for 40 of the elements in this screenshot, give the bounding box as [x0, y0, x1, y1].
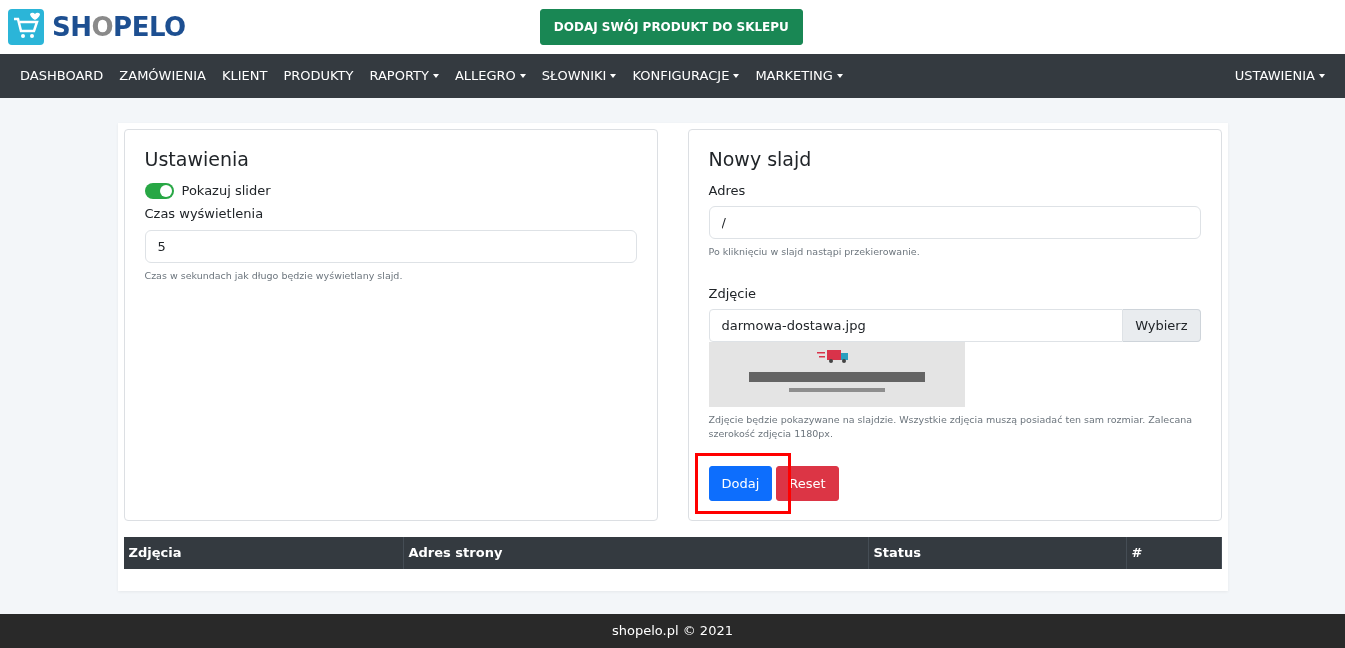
- help-text: Zdjęcie będzie pokazywane na slajdzie. Wszystkie zdjęcia muszą posiadać ten sam rozmiar. Zalecana szerokość zdjęcia 1180px.: [708, 413, 1194, 442]
- footer-text: shopelo.pl © 2021: [612, 622, 733, 641]
- field-label: Adres: [708, 181, 747, 200]
- caret-icon: [432, 74, 439, 78]
- card-title: Ustawienia: [144, 148, 250, 171]
- cart-logo-icon: [8, 9, 44, 45]
- column-header: Adres strony: [403, 537, 869, 569]
- nav-link[interactable]: SŁOWNIKI: [533, 66, 625, 86]
- nav-link[interactable]: DASHBOARD: [12, 66, 112, 86]
- column-header: Zdjęcia: [123, 537, 404, 569]
- card-title: Nowy slajd: [708, 148, 813, 171]
- file-field[interactable]: darmowa-dostawa.jpg: [708, 309, 1124, 343]
- toggle-switch[interactable]: [144, 182, 174, 199]
- help-text: Czas w sekundach jak długo będzie wyświetlany slajd.: [144, 268, 404, 283]
- browse-button[interactable]: Wybierz: [1123, 309, 1201, 343]
- nav-link[interactable]: PRODUKTY: [275, 66, 362, 86]
- nav-link[interactable]: ZAMÓWIENIA: [111, 66, 214, 86]
- field-label: Czas wyświetlenia: [144, 205, 265, 224]
- caret-icon: [610, 74, 617, 78]
- caret-icon: [836, 74, 843, 78]
- add-product-button[interactable]: DODAJ SWÓJ PRODUKT DO SKLEPU: [539, 9, 803, 45]
- add-button[interactable]: Dodaj: [708, 465, 773, 502]
- caret-icon: [519, 74, 526, 78]
- toggle-label: Pokazuj slider: [181, 181, 271, 200]
- column-header: #: [1126, 537, 1222, 569]
- nav-link[interactable]: RAPORTY: [361, 66, 447, 86]
- nav-link[interactable]: KONFIGURACJE: [624, 66, 748, 86]
- nav-link[interactable]: MARKETING: [747, 66, 851, 86]
- nav-link[interactable]: USTAWIENIA: [1226, 66, 1333, 86]
- logo-text: SHOPELO: [52, 10, 186, 44]
- field-label: Zdjęcie: [708, 284, 758, 303]
- caret-icon: [1319, 74, 1325, 78]
- reset-button[interactable]: Reset: [776, 465, 839, 502]
- column-header: Status: [868, 537, 1127, 569]
- input-field[interactable]: 5: [144, 229, 637, 263]
- nav-link[interactable]: ALLEGRO: [446, 66, 534, 86]
- nav-link[interactable]: KLIENT: [213, 66, 276, 86]
- caret-icon: [733, 74, 740, 78]
- input-field[interactable]: /: [708, 206, 1201, 240]
- help-text: Po kliknięciu w slajd nastąpi przekierowanie.: [708, 245, 921, 260]
